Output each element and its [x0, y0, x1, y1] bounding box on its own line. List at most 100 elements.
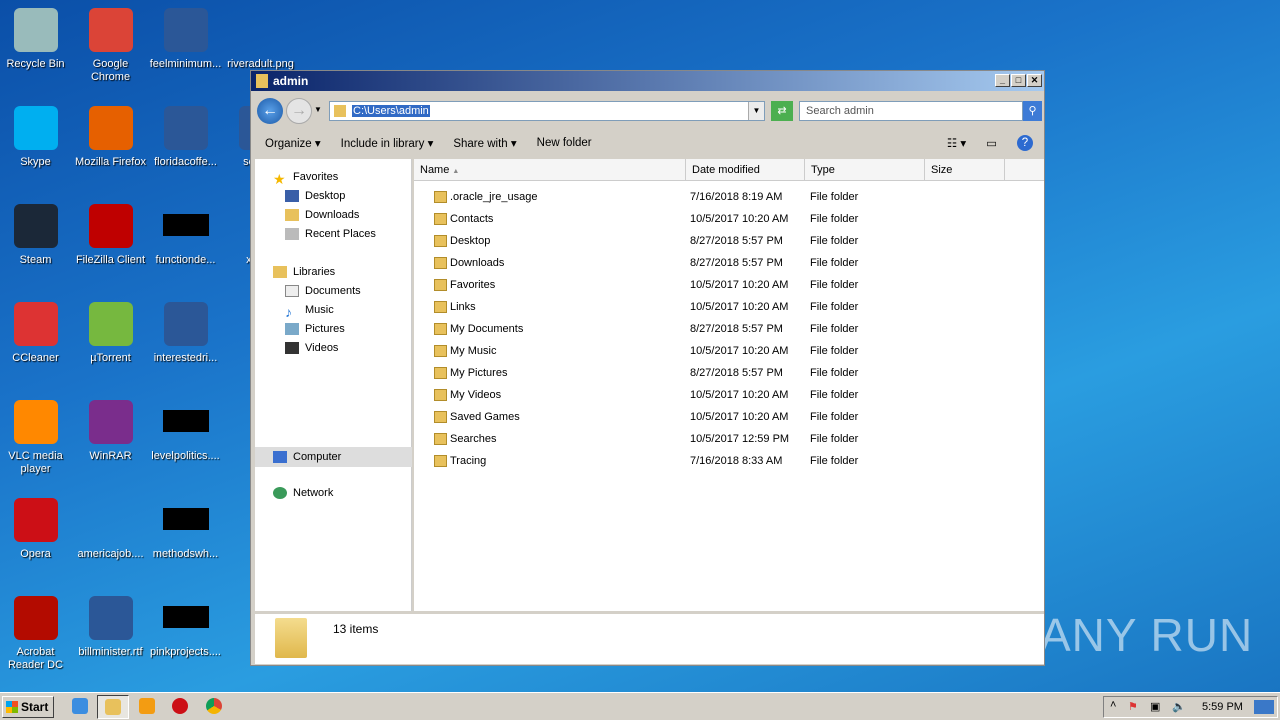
item-count: 13 items	[333, 622, 379, 636]
desktop-icon[interactable]: Acrobat Reader DC	[0, 596, 73, 672]
desktop-icon[interactable]: functionde...	[148, 204, 223, 267]
search-icon[interactable]: ⚲	[1023, 101, 1042, 121]
file-type: File folder	[810, 213, 859, 225]
nav-music[interactable]: ♪ Music	[285, 304, 334, 320]
file-row[interactable]: My Pictures 8/27/2018 5:57 PM File folde…	[414, 363, 1034, 385]
nav-computer[interactable]: Computer	[255, 447, 412, 467]
nav-recent-places[interactable]: Recent Places	[285, 228, 376, 240]
desktop-icon[interactable]: VLC media player	[0, 400, 73, 476]
explorer-taskbar-button[interactable]	[97, 695, 129, 719]
desktop-icon[interactable]: feelminimum...	[148, 8, 223, 71]
nav-desktop[interactable]: Desktop	[285, 190, 345, 202]
title-bar[interactable]: admin _ □ ✕	[251, 71, 1044, 91]
nav-downloads[interactable]: Downloads	[285, 209, 359, 221]
file-row[interactable]: My Music 10/5/2017 10:20 AM File folder	[414, 341, 1034, 363]
file-row[interactable]: Tracing 7/16/2018 8:33 AM File folder	[414, 451, 1034, 473]
desktop-icon[interactable]: riveradult.png	[223, 8, 298, 71]
file-date: 10/5/2017 10:20 AM	[690, 411, 789, 423]
desktop-icon[interactable]: floridacoffe...	[148, 106, 223, 169]
desktop-icon[interactable]: Recycle Bin	[0, 8, 73, 71]
refresh-button[interactable]: ⇄	[771, 101, 793, 121]
back-button[interactable]: ←	[257, 98, 283, 124]
search-input[interactable]: Search admin	[799, 101, 1023, 121]
folder-icon	[256, 74, 268, 88]
column-date-modified[interactable]: Date modified	[686, 159, 805, 181]
show-desktop-button[interactable]	[1254, 700, 1274, 714]
music-icon: ♪	[285, 304, 292, 320]
desktop-icon[interactable]: Opera	[0, 498, 73, 561]
file-row[interactable]: Searches 10/5/2017 12:59 PM File folder	[414, 429, 1034, 451]
action-center-flag-icon[interactable]: ⚑	[1128, 700, 1138, 713]
file-row[interactable]: Favorites 10/5/2017 10:20 AM File folder	[414, 275, 1034, 297]
new-folder-button[interactable]: New folder	[537, 137, 592, 149]
address-dropdown[interactable]: ▼	[748, 102, 764, 120]
file-row[interactable]: .oracle_jre_usage 7/16/2018 8:19 AM File…	[414, 187, 1034, 209]
desktop-icon[interactable]: Skype	[0, 106, 73, 169]
nav-libraries[interactable]: Libraries	[273, 266, 335, 278]
minimize-button[interactable]: _	[995, 74, 1010, 87]
downloads-icon	[285, 209, 299, 221]
desktop-icon[interactable]: Google Chrome	[73, 8, 148, 84]
desktop-icon[interactable]: pinkprojects....	[148, 596, 223, 659]
chrome-icon[interactable]	[206, 698, 222, 714]
nav-documents[interactable]: Documents	[285, 285, 361, 297]
file-type: File folder	[810, 257, 859, 269]
opera-icon[interactable]	[172, 698, 188, 714]
nav-pictures[interactable]: Pictures	[285, 323, 345, 335]
desktop-icon-label: Acrobat Reader DC	[7, 646, 64, 671]
desktop-icon[interactable]: levelpolitics....	[148, 400, 223, 463]
file-row[interactable]: Downloads 8/27/2018 5:57 PM File folder	[414, 253, 1034, 275]
file-date: 8/27/2018 5:57 PM	[690, 257, 783, 269]
preview-pane-icon[interactable]: ▭	[986, 136, 997, 150]
start-button[interactable]: Start	[2, 696, 54, 718]
file-type: File folder	[810, 389, 859, 401]
desktop-icon[interactable]: methodswh...	[148, 498, 223, 561]
share-with-button[interactable]: Share with ▾	[453, 136, 516, 150]
file-row[interactable]: Saved Games 10/5/2017 10:20 AM File fold…	[414, 407, 1034, 429]
file-list: Name ▲ Date modified Type Size .oracle_j…	[414, 159, 1044, 611]
desktop-icon[interactable]: FileZilla Client	[73, 204, 148, 267]
internet-explorer-icon[interactable]	[72, 698, 88, 714]
network-tray-icon[interactable]: ▣	[1150, 700, 1160, 713]
file-type: File folder	[810, 301, 859, 313]
file-row[interactable]: My Documents 8/27/2018 5:57 PM File fold…	[414, 319, 1034, 341]
close-button[interactable]: ✕	[1027, 74, 1042, 87]
recent-pages-dropdown[interactable]: ▼	[314, 105, 322, 114]
column-name[interactable]: Name ▲	[414, 159, 686, 181]
nav-videos[interactable]: Videos	[285, 342, 338, 354]
change-view-icon[interactable]: ☷ ▾	[947, 136, 966, 150]
desktop-icon-label: Opera	[20, 548, 51, 560]
desktop-icon[interactable]: CCleaner	[0, 302, 73, 365]
address-text[interactable]: C:\Users\admin	[352, 105, 430, 117]
organize-button[interactable]: Organize ▾	[265, 136, 321, 150]
forward-button[interactable]: →	[286, 98, 312, 124]
maximize-button[interactable]: □	[1011, 74, 1026, 87]
clock[interactable]: 5:59 PM	[1202, 701, 1243, 713]
column-type[interactable]: Type	[805, 159, 925, 181]
column-size[interactable]: Size	[925, 159, 1005, 181]
desktop-icon[interactable]: billminister.rtf	[73, 596, 148, 659]
file-row[interactable]: My Videos 10/5/2017 10:20 AM File folder	[414, 385, 1034, 407]
nav-network[interactable]: Network	[273, 487, 333, 499]
include-in-library-button[interactable]: Include in library ▾	[341, 136, 434, 150]
system-tray: ˄ ⚑ ▣ 🔈 5:59 PM	[1103, 696, 1278, 718]
desktop-icon[interactable]: µTorrent	[73, 302, 148, 365]
desktop-icon[interactable]: americajob....	[73, 498, 148, 561]
file-row[interactable]: Links 10/5/2017 10:20 AM File folder	[414, 297, 1034, 319]
folder-icon	[334, 105, 346, 117]
nav-favorites[interactable]: ★ Favorites	[273, 171, 338, 187]
help-icon[interactable]: ?	[1017, 135, 1033, 151]
app-icon	[13, 106, 58, 150]
file-row[interactable]: Contacts 10/5/2017 10:20 AM File folder	[414, 209, 1034, 231]
desktop-icon[interactable]: interestedri...	[148, 302, 223, 365]
app-icon	[162, 508, 209, 530]
file-row[interactable]: Desktop 8/27/2018 5:57 PM File folder	[414, 231, 1034, 253]
file-type: File folder	[810, 235, 859, 247]
desktop-icon[interactable]: Steam	[0, 204, 73, 267]
desktop-icon[interactable]: WinRAR	[73, 400, 148, 463]
volume-icon[interactable]: 🔈	[1172, 700, 1186, 713]
show-hidden-icons[interactable]: ˄	[1110, 699, 1116, 711]
desktop-icon[interactable]: Mozilla Firefox	[73, 106, 148, 169]
address-bar[interactable]: C:\Users\admin ▼	[329, 101, 765, 121]
media-player-icon[interactable]	[139, 698, 155, 714]
